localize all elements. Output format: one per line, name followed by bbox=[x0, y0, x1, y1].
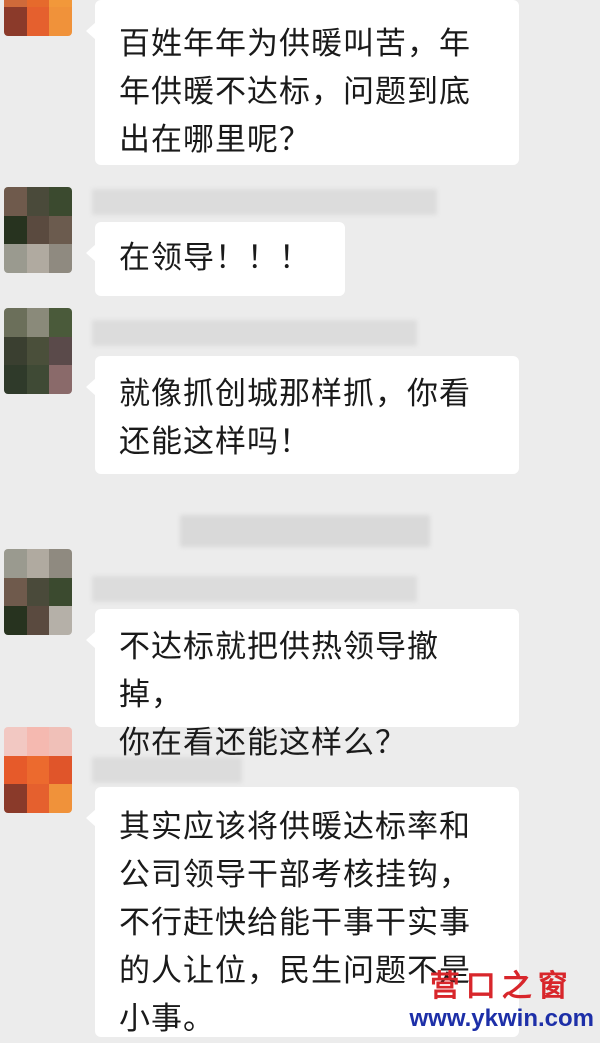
message-text: 百姓年年为供暖叫苦，年 年供暖不达标，问题到底 出在哪里呢？ bbox=[119, 26, 471, 158]
avatar[interactable] bbox=[4, 549, 72, 635]
message-text: 在领导！！！ bbox=[119, 240, 311, 276]
sender-name-blurred bbox=[92, 576, 417, 602]
watermark-title: 营口之窗 bbox=[429, 969, 574, 1004]
avatar[interactable] bbox=[4, 0, 72, 36]
message-text: 就像抓创城那样抓，你看 还能这样吗！ bbox=[119, 376, 471, 460]
site-watermark: 营口之窗 www.ykwin.com bbox=[410, 969, 595, 1033]
avatar[interactable] bbox=[4, 727, 72, 813]
watermark-url: www.ykwin.com bbox=[409, 1005, 595, 1032]
message-text: 不达标就把供热领导撤掉， 你在看还能这样么？ bbox=[119, 629, 439, 761]
message-bubble[interactable]: 在领导！！！ bbox=[86, 222, 345, 296]
avatar[interactable] bbox=[4, 308, 72, 394]
message-bubble[interactable]: 百姓年年为供暖叫苦，年 年供暖不达标，问题到底 出在哪里呢？ bbox=[86, 0, 519, 165]
message-bubble[interactable]: 不达标就把供热领导撤掉， 你在看还能这样么？ bbox=[86, 609, 519, 761]
avatar[interactable] bbox=[4, 187, 72, 273]
sender-name-blurred bbox=[92, 320, 417, 346]
timestamp-blurred bbox=[180, 515, 430, 547]
message-bubble[interactable]: 就像抓创城那样抓，你看 还能这样吗！ bbox=[86, 356, 519, 474]
sender-name-blurred bbox=[92, 189, 437, 215]
sender-name-blurred bbox=[92, 757, 242, 783]
